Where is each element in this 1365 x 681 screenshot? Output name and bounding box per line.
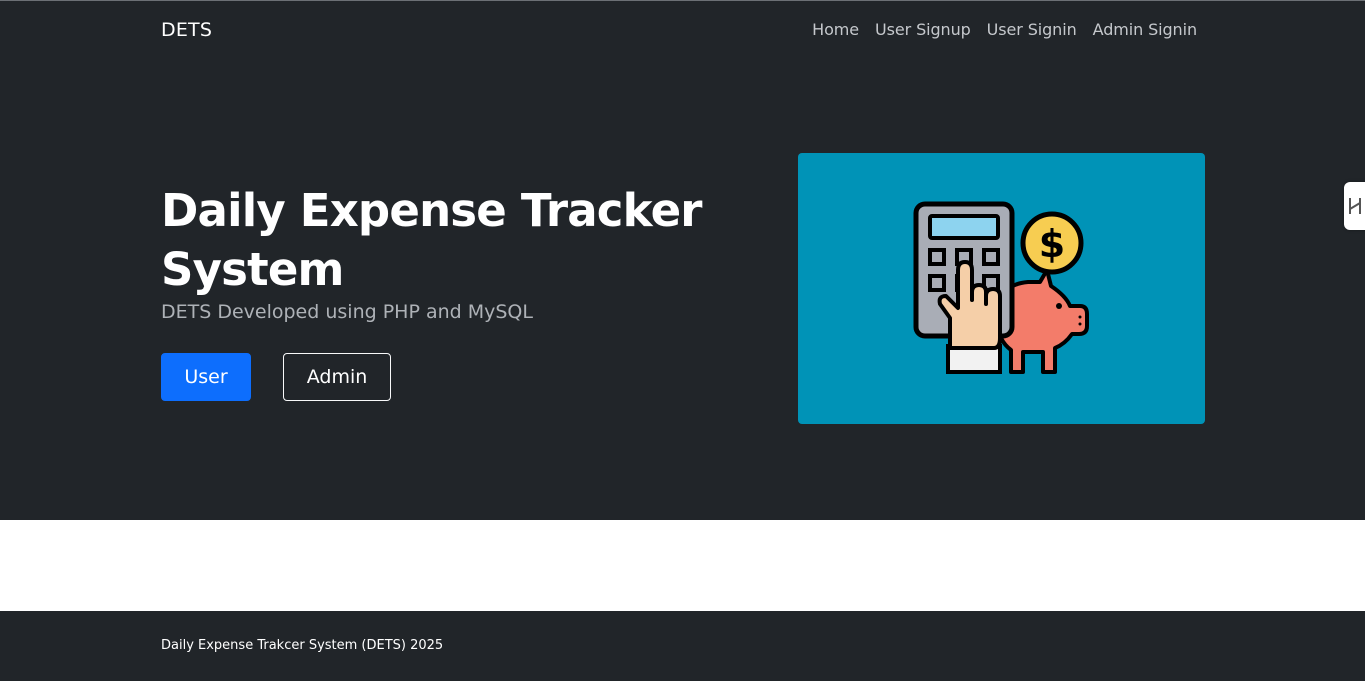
svg-text:$: $ [1039, 222, 1065, 266]
expense-illustration-icon: $ [913, 201, 1089, 374]
nav-link-home[interactable]: Home [812, 20, 859, 39]
side-widget-icon [1349, 198, 1361, 214]
side-widget-tab[interactable] [1344, 182, 1365, 230]
hero-subtitle: DETS Developed using PHP and MySQL [161, 301, 533, 323]
navbar: DETS Home User Signup User Signin Admin … [0, 1, 1365, 59]
nav-links: Home User Signup User Signin Admin Signi… [812, 20, 1197, 39]
expense-illustration: $ [798, 153, 1205, 424]
admin-button[interactable]: Admin [283, 353, 391, 401]
user-button[interactable]: User [161, 353, 251, 401]
dollar-coin-icon: $ [1020, 211, 1084, 275]
hero-title: Daily Expense Tracker System [161, 184, 703, 296]
footer-text: Daily Expense Trakcer System (DETS) 2025 [161, 638, 444, 653]
hero-section: Daily Expense Tracker System DETS Develo… [0, 59, 1365, 520]
footer: Daily Expense Trakcer System (DETS) 2025 [0, 611, 1365, 681]
nav-link-user-signup[interactable]: User Signup [875, 20, 971, 39]
nav-link-admin-signin[interactable]: Admin Signin [1093, 20, 1197, 39]
navbar-brand[interactable]: DETS [161, 19, 212, 41]
nav-link-user-signin[interactable]: User Signin [987, 20, 1077, 39]
